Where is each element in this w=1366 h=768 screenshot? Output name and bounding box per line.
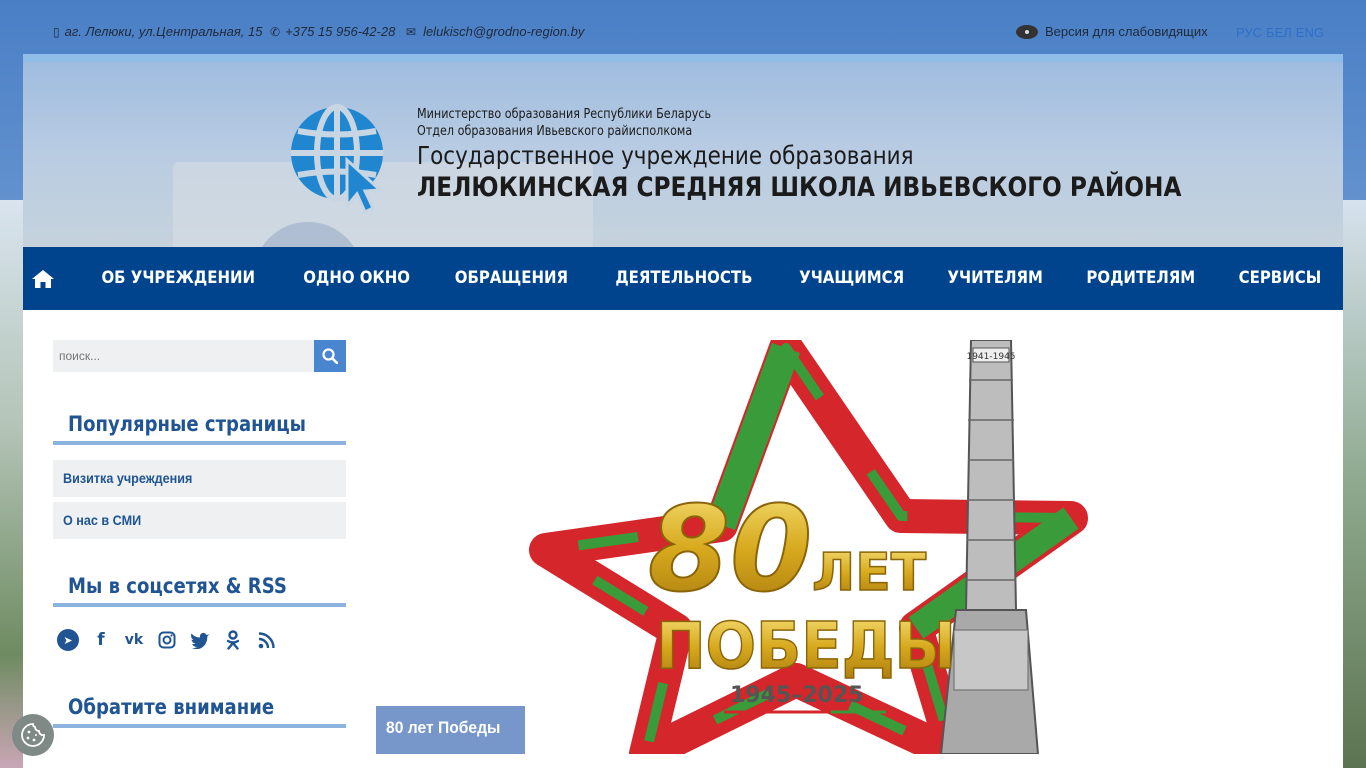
phone-item[interactable]: ✆ +375 15 956-42-28 xyxy=(270,24,395,39)
odnoklassniki-icon[interactable] xyxy=(222,629,244,651)
address-text: аг. Лелюки, ул.Центральная, 15 xyxy=(64,24,263,39)
nav-item-appeals[interactable]: ОБРАЩЕНИЯ xyxy=(442,247,582,310)
site-header: Министерство образования Республики Бела… xyxy=(23,62,1343,247)
sidebar: Популярные страницы Визитка учреждения О… xyxy=(53,340,346,728)
address-item: ▯ аг. Лелюки, ул.Центральная, 15 xyxy=(53,24,262,39)
institution-type-text: Государственное учреждение образования xyxy=(417,141,914,170)
lang-be[interactable]: БЕЛ xyxy=(1266,25,1292,40)
ministry-text: Министерство образования Республики Бела… xyxy=(417,107,712,122)
list-item[interactable]: О нас в СМИ xyxy=(53,502,346,539)
svg-text:ЛЕТ: ЛЕТ xyxy=(812,543,927,603)
search-form xyxy=(53,340,346,372)
search-icon xyxy=(322,348,338,364)
background-left-edge xyxy=(0,200,23,768)
nav-item-teachers[interactable]: УЧИТЕЛЯМ xyxy=(934,247,1056,310)
twitter-icon[interactable] xyxy=(189,629,211,651)
cookie-settings-button[interactable] xyxy=(12,714,54,756)
popular-title-underline xyxy=(53,441,346,445)
search-input[interactable] xyxy=(53,340,314,372)
instagram-icon[interactable] xyxy=(156,629,178,651)
frame-top-stripe xyxy=(23,54,1343,62)
main-navigation: ОБ УЧРЕЖДЕНИИ ОДНО ОКНО ОБРАЩЕНИЯ ДЕЯТЕЛ… xyxy=(23,247,1343,310)
background-right-edge xyxy=(1343,200,1366,768)
social-links: ➤ f vk xyxy=(53,629,346,651)
phone-icon: ✆ xyxy=(270,24,281,39)
home-icon xyxy=(32,269,55,288)
social-title-underline xyxy=(53,603,346,607)
lang-ru[interactable]: РУС xyxy=(1236,25,1262,40)
svg-text:1941-1945: 1941-1945 xyxy=(966,352,1015,362)
language-switcher: РУС БЕЛ ENG xyxy=(1236,25,1324,40)
list-item[interactable]: Визитка учреждения xyxy=(53,460,346,497)
phone-text[interactable]: +375 15 956-42-28 xyxy=(285,24,395,39)
nav-item-one-window[interactable]: ОДНО ОКНО xyxy=(290,247,423,310)
svg-text:1945–2025: 1945–2025 xyxy=(730,683,863,708)
search-button[interactable] xyxy=(314,340,346,372)
nav-item-activity[interactable]: ДЕЯТЕЛЬНОСТЬ xyxy=(602,247,766,310)
popular-pages-title: Популярные страницы xyxy=(68,412,307,436)
header-titles: Министерство образования Республики Бела… xyxy=(417,106,1306,205)
lang-en[interactable]: ENG xyxy=(1296,25,1324,40)
cookie-icon xyxy=(21,723,45,747)
nav-item-parents[interactable]: РОДИТЕЛЯМ xyxy=(1073,247,1208,310)
email-item[interactable]: ✉ lelukisch@grodno-region.by xyxy=(406,24,584,39)
popular-pages-list: Визитка учреждения О нас в СМИ xyxy=(53,460,346,539)
email-text[interactable]: lelukisch@grodno-region.by xyxy=(423,24,584,39)
eye-icon xyxy=(1016,24,1038,39)
telegram-icon[interactable]: ➤ xyxy=(57,629,79,651)
attention-title-underline xyxy=(53,724,346,728)
social-title: Мы в соцсетях & RSS xyxy=(68,574,287,598)
svg-text:ПОБЕДЫ: ПОБЕДЫ xyxy=(656,610,956,684)
globe-cursor-logo-icon[interactable] xyxy=(287,102,397,214)
top-info-bar: ▯ аг. Лелюки, ул.Центральная, 15 ✆ +375 … xyxy=(0,0,1366,54)
home-nav-button[interactable] xyxy=(24,247,62,310)
department-text: Отдел образования Ивьевского райисполком… xyxy=(417,124,693,139)
victory-80-emblem: 1941-1945 80 ЛЕТ ПОБЕДЫ 1945–2025 xyxy=(529,331,1088,768)
attention-title: Обратите внимание xyxy=(68,695,275,719)
facebook-icon[interactable]: f xyxy=(90,629,112,651)
envelope-icon: ✉ xyxy=(406,24,417,39)
school-name-title[interactable]: ЛЕЛЮКИНСКАЯ СРЕДНЯЯ ШКОЛА ИВЬЕВСКОГО РАЙ… xyxy=(417,171,1181,205)
nav-item-services[interactable]: СЕРВИСЫ xyxy=(1225,247,1334,310)
nav-item-students[interactable]: УЧАЩИМСЯ xyxy=(786,247,917,310)
main-frame: Министерство образования Республики Бела… xyxy=(23,54,1343,768)
building-icon: ▯ xyxy=(53,24,60,39)
banner-caption[interactable]: 80 лет Победы xyxy=(376,706,525,754)
svg-text:80: 80 xyxy=(648,480,812,618)
nav-item-about[interactable]: ОБ УЧРЕЖДЕНИИ xyxy=(89,247,269,310)
vk-icon[interactable]: vk xyxy=(123,629,145,651)
victory-banner[interactable]: 1941-1945 80 ЛЕТ ПОБЕДЫ 1945–2025 80 лет… xyxy=(376,331,1306,768)
low-vision-link[interactable]: Версия для слабовидящих xyxy=(1016,24,1208,39)
rss-icon[interactable] xyxy=(255,629,277,651)
low-vision-label: Версия для слабовидящих xyxy=(1045,24,1208,39)
